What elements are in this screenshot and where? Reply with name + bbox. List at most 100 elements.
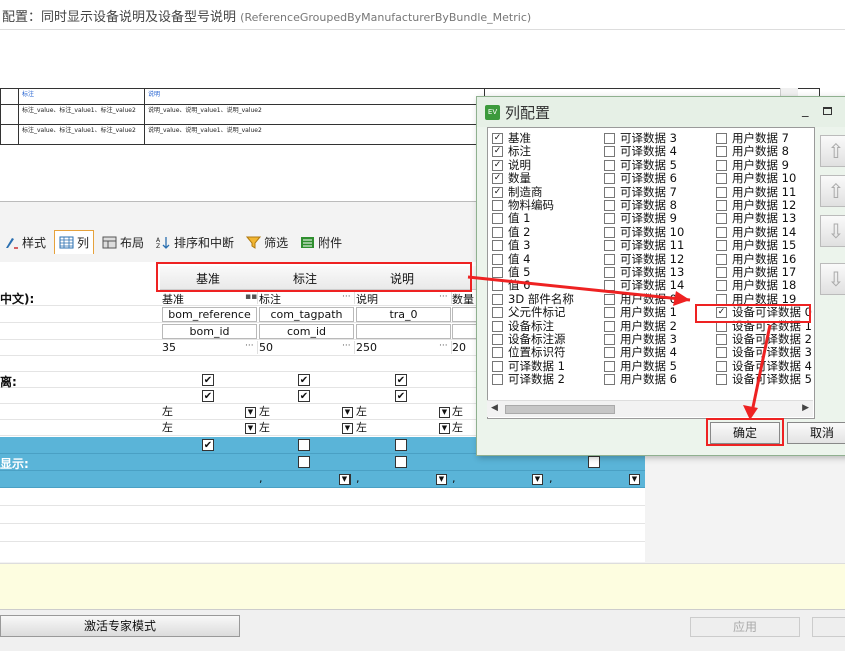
checkbox[interactable] [492, 320, 503, 332]
checkbox[interactable] [395, 456, 407, 468]
tab-columns[interactable]: 列 [54, 230, 95, 254]
property-field[interactable] [356, 324, 451, 339]
checkbox[interactable]: ✔ [202, 439, 214, 451]
checkbox[interactable] [716, 240, 727, 252]
move-down-button[interactable]: ⇩ [820, 215, 845, 247]
width-value[interactable]: 35 [162, 341, 258, 354]
checkbox[interactable]: ✔ [395, 374, 407, 386]
checkbox[interactable] [604, 146, 615, 158]
property-field[interactable]: bom_reference [162, 307, 257, 322]
checkbox[interactable] [588, 456, 600, 468]
checkbox[interactable] [492, 267, 503, 278]
checkbox[interactable]: ✔ [202, 374, 214, 386]
separator-dropdown[interactable]: , ▼ [259, 472, 351, 487]
checkbox[interactable] [716, 173, 727, 185]
checkbox[interactable] [492, 280, 503, 292]
scrollbar-thumb[interactable] [505, 405, 615, 414]
width-value[interactable]: 50 [259, 341, 355, 354]
checkbox[interactable] [604, 334, 615, 345]
checkbox[interactable]: ✓ [492, 133, 503, 144]
checkbox[interactable] [716, 280, 727, 292]
checkbox[interactable] [492, 253, 503, 265]
cancel-button[interactable]: 取消 [787, 422, 845, 444]
checkbox[interactable] [604, 159, 615, 171]
checkbox[interactable] [604, 173, 615, 185]
checkbox[interactable] [716, 267, 727, 278]
checkbox[interactable] [492, 200, 503, 211]
width-value[interactable]: 250 [356, 341, 452, 354]
checkbox[interactable] [492, 240, 503, 252]
checkbox[interactable] [716, 146, 727, 158]
maximize-icon[interactable] [823, 107, 832, 115]
checkbox[interactable] [604, 213, 615, 225]
checkbox[interactable] [604, 293, 615, 305]
arrow-left-icon[interactable]: ◀ [491, 403, 498, 413]
move-top-button[interactable]: ⇧ [820, 135, 845, 167]
checkbox[interactable] [716, 334, 727, 345]
move-up-button[interactable]: ⇧ [820, 175, 845, 207]
checkbox[interactable] [492, 293, 503, 305]
column-name[interactable]: 说明 [356, 291, 452, 304]
tab-attachment[interactable]: 附件 [296, 231, 346, 253]
checkbox[interactable] [716, 347, 727, 359]
checkbox[interactable] [604, 133, 615, 144]
checkbox[interactable] [716, 186, 727, 198]
checkbox[interactable] [716, 159, 727, 171]
separator-dropdown[interactable]: , ▼ [549, 472, 641, 487]
separator-dropdown[interactable]: , ▼ [356, 472, 448, 487]
checkbox[interactable] [604, 374, 615, 386]
align-dropdown[interactable]: 左 ▼ [259, 405, 354, 420]
checkbox[interactable] [604, 200, 615, 211]
checkbox[interactable] [492, 213, 503, 225]
tab-sort-break[interactable]: AZ 排序和中断 [152, 231, 238, 253]
checkbox[interactable] [604, 186, 615, 198]
align-dropdown[interactable]: 左 ▼ [162, 421, 257, 436]
checkbox[interactable]: ✔ [395, 390, 407, 402]
checkbox[interactable] [604, 226, 615, 238]
checkbox[interactable] [716, 253, 727, 265]
checkbox[interactable] [604, 347, 615, 359]
checkbox[interactable] [492, 360, 503, 372]
property-field[interactable]: com_id [259, 324, 354, 339]
tab-filter[interactable]: 筛选 [242, 231, 292, 253]
checkbox[interactable]: ✔ [202, 390, 214, 402]
checkbox[interactable] [492, 374, 503, 386]
checkbox[interactable] [298, 439, 310, 451]
separator-dropdown[interactable]: , ▼ [452, 472, 544, 487]
move-bottom-button[interactable]: ⇩ [820, 263, 845, 295]
horizontal-scrollbar[interactable]: ◀ ▶ [487, 400, 813, 417]
checkbox[interactable] [492, 347, 503, 359]
checkbox[interactable] [716, 200, 727, 211]
checkbox[interactable] [604, 253, 615, 265]
property-field[interactable]: tra_0 [356, 307, 451, 322]
checkbox[interactable]: ✓ [492, 173, 503, 185]
checkbox[interactable] [604, 267, 615, 278]
expert-mode-button[interactable]: 激活专家模式 [0, 615, 240, 637]
checkbox[interactable] [604, 320, 615, 332]
checkbox[interactable] [604, 240, 615, 252]
checkbox[interactable] [298, 456, 310, 468]
minimize-icon[interactable]: _ [802, 103, 809, 118]
checkbox[interactable]: ✓ [492, 146, 503, 158]
property-field[interactable]: com_tagpath [259, 307, 354, 322]
checkbox[interactable] [716, 213, 727, 225]
checkbox[interactable] [395, 439, 407, 451]
checkbox[interactable] [492, 334, 503, 345]
align-dropdown[interactable]: 左 ▼ [259, 421, 354, 436]
checkbox[interactable] [716, 226, 727, 238]
checkbox[interactable] [604, 307, 615, 319]
checkbox[interactable] [716, 133, 727, 144]
property-field[interactable]: bom_id [162, 324, 257, 339]
checkbox[interactable]: ✓ [492, 186, 503, 198]
secondary-button[interactable] [812, 617, 845, 637]
apply-button[interactable]: 应用 [690, 617, 800, 637]
checkbox[interactable]: ✔ [298, 374, 310, 386]
arrow-right-icon[interactable]: ▶ [802, 403, 809, 413]
column-name[interactable]: 标注 [259, 291, 355, 304]
column-name[interactable]: 基准 [162, 291, 258, 304]
tab-style[interactable]: 样式 [0, 231, 50, 253]
checkbox[interactable] [492, 226, 503, 238]
checkbox[interactable] [716, 360, 727, 372]
align-dropdown[interactable]: 左 ▼ [356, 405, 451, 420]
checkbox[interactable]: ✔ [298, 390, 310, 402]
